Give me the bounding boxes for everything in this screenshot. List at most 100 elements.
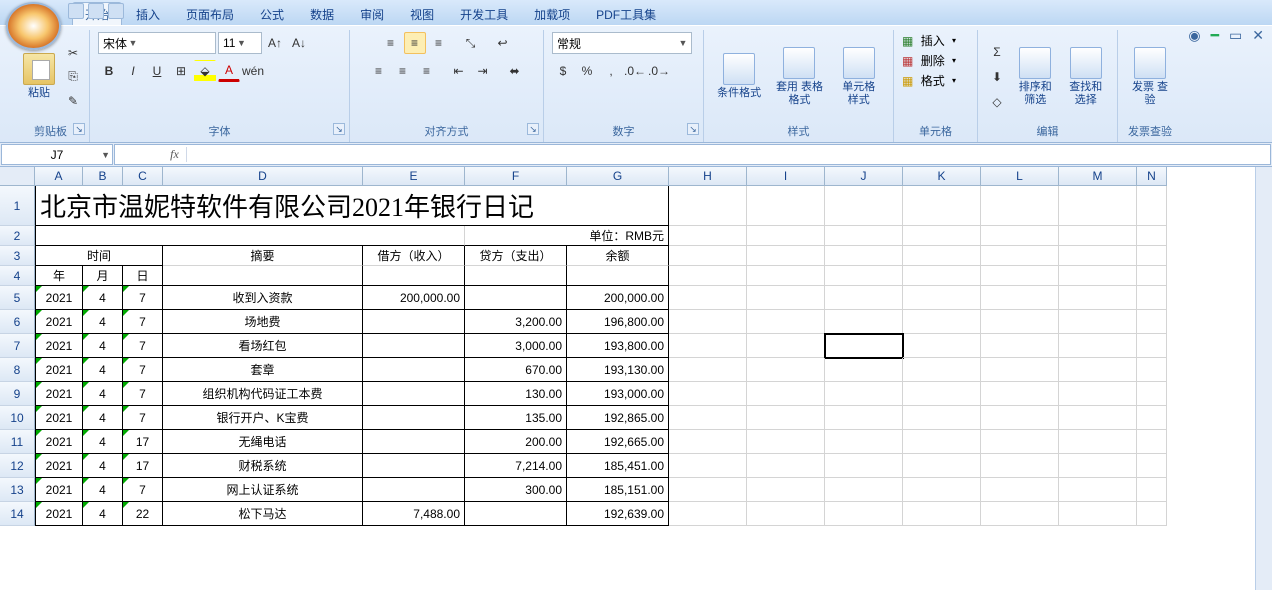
autosum-button[interactable]: Σ (986, 41, 1008, 63)
cell-summary[interactable]: 无绳电话 (163, 430, 363, 454)
cell-month[interactable]: 4 (83, 406, 123, 430)
sort-filter-button[interactable]: 排序和 筛选 (1012, 38, 1059, 116)
cell-year[interactable]: 2021 (35, 406, 83, 430)
cell[interactable] (825, 406, 903, 430)
italic-button[interactable]: I (122, 60, 144, 82)
cell-balance[interactable]: 200,000.00 (567, 286, 669, 310)
cell[interactable] (825, 310, 903, 334)
cell-debit[interactable]: 200,000.00 (363, 286, 465, 310)
cell-credit[interactable]: 200.00 (465, 430, 567, 454)
insert-cells-button[interactable]: ▦ 插入 ▾ (902, 32, 956, 49)
cell[interactable] (747, 454, 825, 478)
qat-redo-icon[interactable] (108, 3, 124, 19)
cell[interactable] (981, 334, 1059, 358)
shrink-font-button[interactable]: A↓ (288, 32, 310, 54)
cell[interactable] (747, 226, 825, 246)
cell[interactable] (825, 502, 903, 526)
cell[interactable] (903, 310, 981, 334)
cell-summary[interactable]: 场地费 (163, 310, 363, 334)
cell-balance[interactable]: 193,130.00 (567, 358, 669, 382)
cell[interactable] (981, 406, 1059, 430)
cell[interactable] (747, 478, 825, 502)
cell[interactable] (1059, 334, 1137, 358)
tab-7[interactable]: 开发工具 (448, 3, 520, 25)
tab-4[interactable]: 数据 (298, 3, 346, 25)
hdr-day[interactable]: 日 (123, 266, 163, 286)
cell[interactable] (1137, 310, 1167, 334)
cell-summary[interactable]: 财税系统 (163, 454, 363, 478)
cell[interactable] (669, 358, 747, 382)
cell-summary[interactable]: 银行开户、K宝费 (163, 406, 363, 430)
format-as-table-button[interactable]: 套用 表格格式 (770, 38, 828, 116)
cell-summary[interactable]: 组织机构代码证工本费 (163, 382, 363, 406)
cell-year[interactable]: 2021 (35, 310, 83, 334)
delete-cells-button[interactable]: ▦ 删除 ▾ (902, 52, 956, 69)
cell-month[interactable]: 4 (83, 454, 123, 478)
cell[interactable] (825, 478, 903, 502)
select-all-corner[interactable] (0, 167, 35, 186)
cell-credit[interactable] (465, 502, 567, 526)
cell[interactable] (981, 226, 1059, 246)
cell[interactable] (669, 502, 747, 526)
align-right-button[interactable]: ≡ (416, 60, 438, 82)
cell[interactable] (747, 286, 825, 310)
accounting-button[interactable]: $ (552, 60, 574, 82)
cell[interactable] (669, 382, 747, 406)
cell-day[interactable]: 7 (123, 358, 163, 382)
office-button[interactable] (6, 2, 61, 50)
align-bottom-button[interactable]: ≡ (428, 32, 450, 54)
cell-summary[interactable]: 看场红包 (163, 334, 363, 358)
find-select-button[interactable]: 查找和 选择 (1063, 38, 1110, 116)
cell-debit[interactable]: 7,488.00 (363, 502, 465, 526)
cell[interactable] (747, 246, 825, 266)
cell-debit[interactable] (363, 358, 465, 382)
cell[interactable] (825, 286, 903, 310)
phonetic-button[interactable]: wén (242, 60, 264, 82)
cell[interactable] (903, 454, 981, 478)
cell[interactable] (825, 226, 903, 246)
cell-credit[interactable]: 135.00 (465, 406, 567, 430)
launcher-icon[interactable]: ↘ (73, 123, 85, 135)
cell[interactable] (669, 478, 747, 502)
cell-day[interactable]: 7 (123, 310, 163, 334)
cell[interactable] (903, 382, 981, 406)
row-header-2[interactable]: 2 (0, 226, 35, 246)
cell[interactable] (1137, 186, 1167, 226)
fill-button[interactable]: ⬇ (986, 66, 1008, 88)
cell[interactable] (747, 358, 825, 382)
cell[interactable] (1137, 382, 1167, 406)
row-header-5[interactable]: 5 (0, 286, 35, 310)
cell-day[interactable]: 7 (123, 478, 163, 502)
cell-day[interactable]: 7 (123, 382, 163, 406)
row-header-14[interactable]: 14 (0, 502, 35, 526)
tab-6[interactable]: 视图 (398, 3, 446, 25)
cell[interactable] (903, 334, 981, 358)
cell[interactable] (825, 246, 903, 266)
cell[interactable] (981, 430, 1059, 454)
restore-icon[interactable]: ▭ (1229, 27, 1242, 44)
cell-balance[interactable]: 193,000.00 (567, 382, 669, 406)
cell-month[interactable]: 4 (83, 502, 123, 526)
cell[interactable] (669, 286, 747, 310)
cell[interactable] (1137, 266, 1167, 286)
cell[interactable] (903, 226, 981, 246)
copy-button[interactable]: ⎘ (62, 66, 84, 88)
hdr-balance2[interactable] (567, 266, 669, 286)
cell-credit[interactable] (465, 286, 567, 310)
col-header-N[interactable]: N (1137, 167, 1167, 186)
cell[interactable] (981, 382, 1059, 406)
cell[interactable] (981, 310, 1059, 334)
cell-debit[interactable] (363, 334, 465, 358)
tab-1[interactable]: 插入 (124, 3, 172, 25)
increase-decimal-button[interactable]: .0← (624, 60, 646, 82)
cell[interactable] (1137, 286, 1167, 310)
cell-year[interactable]: 2021 (35, 430, 83, 454)
cell-styles-button[interactable]: 单元格 样式 (833, 38, 885, 116)
fill-color-button[interactable]: ⬙ (194, 60, 216, 82)
cell[interactable] (981, 286, 1059, 310)
grow-font-button[interactable]: A↑ (264, 32, 286, 54)
cell-day[interactable]: 7 (123, 406, 163, 430)
cell[interactable] (747, 430, 825, 454)
cell[interactable] (747, 382, 825, 406)
col-header-J[interactable]: J (825, 167, 903, 186)
